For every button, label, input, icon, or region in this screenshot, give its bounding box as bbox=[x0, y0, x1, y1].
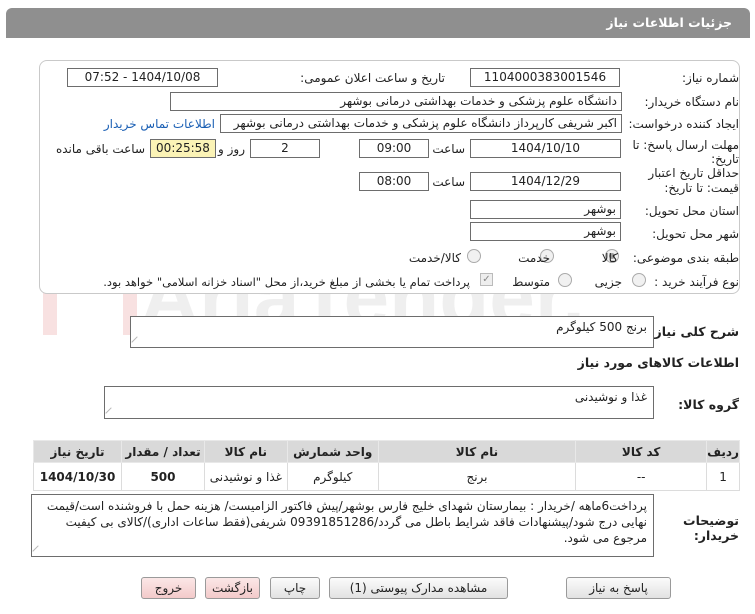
price-validity-label-2: قیمت: تا تاریخ: bbox=[664, 181, 739, 195]
purchase-type-label: نوع فرآیند خرید : bbox=[654, 275, 739, 289]
announce-datetime-label: تاریخ و ساعت اعلان عمومی: bbox=[300, 71, 445, 85]
summary-label: شرح کلی نیاز: bbox=[649, 324, 739, 339]
table-row[interactable]: 1 -- برنج کیلوگرم غذا و نوشیدنی 500 1404… bbox=[32, 462, 740, 491]
buyer-contact-link[interactable]: اطلاعات تماس خریدار bbox=[104, 117, 215, 131]
col-date-header: تاریخ نیاز bbox=[32, 440, 123, 463]
announce-datetime-field: 1404/10/08 - 07:52 bbox=[67, 68, 218, 87]
resize-grip-icon[interactable] bbox=[32, 545, 44, 556]
delivery-province-field: بوشهر bbox=[470, 200, 621, 219]
reply-deadline-date-field: 1404/10/10 bbox=[470, 139, 621, 158]
remaining-time-field: 00:25:58 bbox=[150, 139, 216, 158]
back-button[interactable]: بازگشت bbox=[205, 577, 260, 599]
summary-textarea[interactable]: برنج 500 کیلوگرم bbox=[130, 316, 654, 348]
table-header-row: ردیف کد کالا نام کالا واحد شمارش نام کال… bbox=[32, 440, 740, 463]
price-validity-label-1: حداقل تاریخ اعتبار bbox=[648, 166, 739, 180]
purchase-type-radio-minor[interactable] bbox=[632, 273, 646, 287]
col-group-header: نام کالا bbox=[203, 440, 288, 463]
col-name-header: نام کالا bbox=[377, 440, 577, 463]
reply-button[interactable]: پاسخ به نیاز bbox=[566, 577, 671, 599]
purchase-type-option-medium: متوسط bbox=[512, 275, 550, 289]
delivery-city-label: شهر محل تحویل: bbox=[652, 227, 739, 241]
col-qty-header: تعداد / مقدار bbox=[121, 440, 205, 463]
reply-deadline-label-1: مهلت ارسال پاسخ: تا bbox=[632, 138, 739, 152]
exit-button[interactable]: خروج bbox=[141, 577, 196, 599]
reply-deadline-time-field: 09:00 bbox=[359, 139, 429, 158]
delivery-province-label: استان محل تحویل: bbox=[644, 204, 739, 218]
category-label: طبقه بندی موضوعی: bbox=[632, 251, 739, 265]
goods-group-textarea[interactable]: غذا و نوشیدنی bbox=[104, 386, 654, 419]
buyer-notes-label-1: توضیحات bbox=[683, 513, 739, 528]
treasury-checkbox[interactable]: ✓ bbox=[480, 273, 493, 286]
col-row-header: ردیف bbox=[706, 440, 740, 463]
buyer-org-field: دانشگاه علوم پزشکی و خدمات بهداشتی درمان… bbox=[170, 92, 622, 111]
goods-group-label: گروه کالا: bbox=[678, 397, 739, 412]
treasury-note: پرداخت تمام یا بخشی از مبلغ خرید،از محل … bbox=[103, 275, 470, 289]
buyer-org-label: نام دستگاه خریدار: bbox=[644, 95, 740, 109]
view-attachments-button[interactable]: مشاهده مدارک پیوستی (1) bbox=[329, 577, 508, 599]
delivery-city-field: بوشهر bbox=[470, 222, 621, 241]
cell-name: برنج bbox=[377, 462, 577, 491]
summary-text: برنج 500 کیلوگرم bbox=[556, 320, 647, 334]
price-validity-time-field: 08:00 bbox=[359, 172, 429, 191]
page-title: جزئیات اطلاعات نیاز bbox=[606, 15, 732, 30]
requester-label: ایجاد کننده درخواست: bbox=[628, 117, 739, 131]
category-option-service: خدمت bbox=[518, 251, 550, 265]
need-number-field: 1104000383001546 bbox=[470, 68, 620, 87]
buyer-notes-text: پرداخت6ماهه /خریدار : بیمارستان شهدای خل… bbox=[46, 499, 647, 545]
reply-deadline-label-2: تاریخ: bbox=[711, 152, 739, 166]
requester-field: اکبر شریفی کارپرداز دانشگاه علوم پزشکی و… bbox=[220, 114, 622, 133]
price-validity-date-field: 1404/12/29 bbox=[470, 172, 621, 191]
buyer-notes-label-2: خریدار: bbox=[693, 528, 739, 543]
cell-row: 1 bbox=[706, 462, 740, 491]
need-number-label: شماره نیاز: bbox=[682, 71, 739, 85]
cell-group: غذا و نوشیدنی bbox=[203, 462, 288, 491]
purchase-type-radio-medium[interactable] bbox=[558, 273, 572, 287]
category-radio-goods-service[interactable] bbox=[467, 249, 481, 263]
goods-info-title: اطلاعات کالاهای مورد نیاز bbox=[577, 355, 739, 370]
reply-days-label: روز و bbox=[218, 142, 245, 156]
goods-group-text: غذا و نوشیدنی bbox=[574, 390, 647, 404]
buyer-notes-textarea[interactable]: پرداخت6ماهه /خریدار : بیمارستان شهدای خل… bbox=[31, 494, 654, 557]
category-option-goods: کالا bbox=[601, 251, 618, 265]
price-validity-time-label: ساعت bbox=[432, 175, 465, 189]
header-bar: جزئیات اطلاعات نیاز bbox=[6, 8, 750, 38]
col-code-header: کد کالا bbox=[575, 440, 708, 463]
col-unit-header: واحد شمارش bbox=[286, 440, 379, 463]
print-button[interactable]: چاپ bbox=[270, 577, 320, 599]
resize-grip-icon[interactable] bbox=[131, 336, 143, 347]
items-table: ردیف کد کالا نام کالا واحد شمارش نام کال… bbox=[32, 440, 740, 491]
cell-date: 1404/10/30 bbox=[32, 462, 123, 491]
cell-unit: کیلوگرم bbox=[286, 462, 379, 491]
cell-qty: 500 bbox=[121, 462, 205, 491]
category-option-goods-service: کالا/خدمت bbox=[408, 251, 461, 265]
remaining-time-label: ساعت باقی مانده bbox=[55, 142, 145, 156]
reply-deadline-time-label: ساعت bbox=[432, 142, 465, 156]
cell-code: -- bbox=[575, 462, 708, 491]
resize-grip-icon[interactable] bbox=[105, 407, 117, 418]
purchase-type-option-minor: جزیی bbox=[594, 275, 622, 289]
reply-days-field: 2 bbox=[250, 139, 320, 158]
